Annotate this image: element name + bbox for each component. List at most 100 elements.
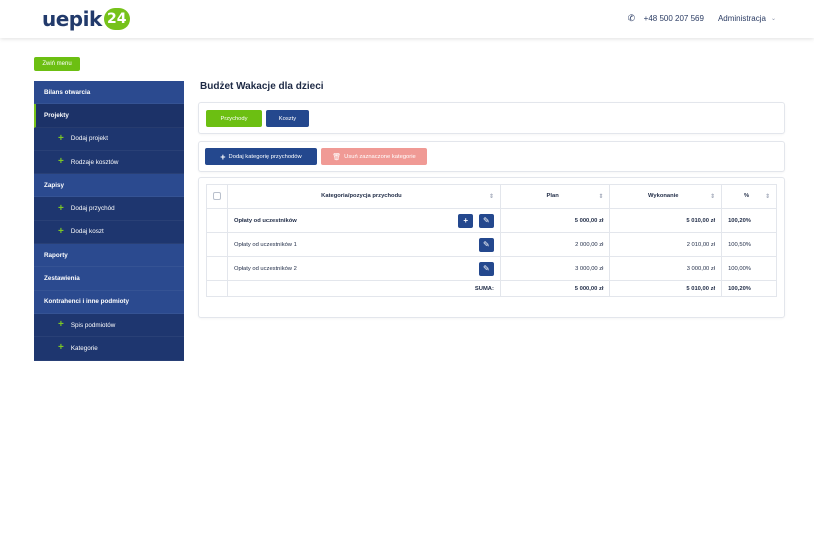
top-bar: uepik 24 ✆ +48 500 207 569 Administracja…	[0, 0, 814, 38]
row-name-cell: Opłaty od uczestników + ✎	[227, 208, 501, 233]
select-all-cell	[206, 184, 228, 209]
sidebar-item-dodaj-przychod[interactable]: + Dodaj przychód	[34, 197, 184, 221]
sidebar-item-label: Dodaj koszt	[70, 228, 104, 236]
header-execution-label: Wykonanie	[648, 193, 679, 199]
row-percent: 100,50%	[721, 232, 777, 257]
sidebar-item-bilans[interactable]: Bilans otwarcia	[34, 81, 184, 105]
sidebar-item-raporty[interactable]: Raporty	[34, 244, 184, 268]
sidebar-item-label: Zestawienia	[44, 275, 80, 283]
logo[interactable]: uepik 24	[42, 7, 130, 31]
sidebar-item-zapisy[interactable]: Zapisy	[34, 174, 184, 198]
header-plan-label: Plan	[546, 193, 559, 199]
sidebar-item-label: Kontrahenci i inne podmioty	[44, 298, 130, 306]
logo-badge: 24	[103, 8, 130, 30]
table-header-row: Kategoria/pozycja przychodu ⇕ Plan ⇕ Wykon…	[206, 184, 777, 209]
sum-percent: 100,20%	[721, 280, 777, 297]
delete-selected-button[interactable]: 🗑 Usuń zaznaczone kategorie	[321, 148, 427, 165]
row-percent: 100,20%	[721, 208, 777, 233]
plus-icon: +	[58, 202, 64, 214]
sidebar-item-rodzaje-kosztow[interactable]: + Rodzaje kosztów	[34, 150, 184, 175]
edit-button[interactable]: ✎	[478, 237, 494, 252]
plus-icon: +	[463, 216, 469, 225]
edit-button[interactable]: ✎	[478, 213, 494, 228]
row-execution: 2 010,00 zł	[609, 232, 723, 257]
sidebar-item-dodaj-projekt[interactable]: + Dodaj projekt	[34, 127, 184, 151]
plus-icon: +	[58, 319, 64, 331]
add-category-label: Dodaj kategorię przychodów	[228, 153, 302, 160]
collapse-menu-button[interactable]: Zwiń menu	[34, 57, 80, 71]
plus-icon: +	[58, 225, 64, 237]
user-name: Administracja	[717, 14, 766, 23]
row-plan: 2 000,00 zł	[499, 232, 611, 257]
sidebar-item-dodaj-koszt[interactable]: + Dodaj koszt	[34, 220, 184, 245]
sidebar-item-label: Raporty	[44, 251, 68, 259]
row-execution: 5 010,00 zł	[609, 208, 723, 233]
edit-button[interactable]: ✎	[478, 261, 494, 276]
row-select-cell	[206, 232, 228, 257]
tab-koszty[interactable]: Koszty	[266, 110, 309, 127]
row-name-cell: Opłaty od uczestników 2 ✎	[227, 256, 501, 281]
table-row: Opłaty od uczestników 2 ✎ 3 000,00 zł 3 …	[206, 256, 777, 281]
logo-text: uepik	[42, 7, 102, 31]
row-execution: 3 000,00 zł	[609, 256, 723, 281]
delete-selected-label: Usuń zaznaczone kategorie	[344, 153, 416, 160]
sort-icon: ⇕	[598, 194, 604, 200]
add-category-button[interactable]: + Dodaj kategorię przychodów	[205, 148, 317, 165]
header-percent[interactable]: % ⇕	[721, 184, 777, 209]
tabs-card: Przychody Koszty	[198, 102, 785, 134]
row-name: Opłaty od uczestników 2	[234, 265, 297, 272]
pencil-icon: ✎	[483, 240, 490, 249]
sidebar-item-label: Bilans otwarcia	[44, 88, 91, 96]
table-card: Kategoria/pozycja przychodu ⇕ Plan ⇕ Wykon…	[198, 177, 785, 318]
budget-table: Kategoria/pozycja przychodu ⇕ Plan ⇕ Wykon…	[206, 184, 777, 297]
header-category[interactable]: Kategoria/pozycja przychodu ⇕	[227, 184, 501, 209]
plus-icon: +	[58, 156, 64, 168]
row-name-cell: Opłaty od uczestników 1 ✎	[227, 232, 501, 257]
sort-icon: ⇕	[710, 194, 716, 200]
plus-icon: +	[58, 132, 64, 144]
table-row: Opłaty od uczestników + ✎ 5 000,00 zł 5 …	[206, 208, 777, 233]
sort-icon: ⇕	[488, 194, 494, 200]
header-execution[interactable]: Wykonanie ⇕	[609, 184, 723, 209]
phone-icon: ✆	[627, 13, 636, 23]
sidebar-item-projekty[interactable]: Projekty	[34, 104, 184, 128]
header-category-label: Kategoria/pozycja przychodu	[321, 193, 402, 199]
sidebar-item-label: Spis podmiotów	[70, 321, 116, 329]
user-menu[interactable]: Administracja ⌄	[718, 14, 776, 23]
pencil-icon: ✎	[483, 264, 490, 273]
sidebar-item-label: Rodzaje kosztów	[70, 158, 119, 166]
table-row: Opłaty od uczestników 1 ✎ 2 000,00 zł 2 …	[206, 232, 777, 257]
row-plan: 3 000,00 zł	[499, 256, 611, 281]
header-plan[interactable]: Plan ⇕	[499, 184, 611, 209]
sidebar-item-label: Zapisy	[44, 181, 64, 189]
sum-label: SUMA:	[227, 280, 501, 297]
row-name: Opłaty od uczestników 1	[234, 241, 297, 248]
sort-icon: ⇕	[764, 194, 770, 200]
sum-plan: 5 000,00 zł	[499, 280, 611, 297]
sidebar-item-label: Dodaj projekt	[70, 135, 108, 143]
row-plan: 5 000,00 zł	[499, 208, 611, 233]
sidebar-item-label: Kategorie	[70, 344, 98, 352]
plus-icon: +	[58, 342, 64, 354]
tab-przychody[interactable]: Przychody	[206, 110, 262, 127]
page-title: Budżet Wakacje dla dzieci	[200, 81, 324, 92]
sidebar-item-label: Dodaj przychód	[70, 205, 115, 213]
add-subitem-button[interactable]: +	[458, 213, 474, 228]
row-percent: 100,00%	[721, 256, 777, 281]
sidebar: Bilans otwarcia Projekty + Dodaj projekt …	[34, 81, 184, 361]
sidebar-item-label: Projekty	[44, 111, 69, 119]
sidebar-item-zestawienia[interactable]: Zestawienia	[34, 267, 184, 291]
chevron-down-icon: ⌄	[770, 16, 776, 22]
select-all-checkbox[interactable]	[213, 191, 221, 200]
row-select-cell	[206, 256, 228, 281]
sum-empty-cell	[206, 280, 228, 297]
trash-icon: 🗑	[332, 153, 342, 161]
sidebar-item-spis-podmiotow[interactable]: + Spis podmiotów	[34, 313, 184, 338]
sum-row: SUMA: 5 000,00 zł 5 010,00 zł 100,20%	[206, 280, 777, 297]
top-right-area: ✆ +48 500 207 569 Administracja ⌄	[627, 13, 776, 24]
sidebar-item-kontrahenci[interactable]: Kontrahenci i inne podmioty	[34, 290, 184, 314]
row-name: Opłaty od uczestników	[234, 217, 297, 224]
header-percent-label: %	[743, 193, 750, 199]
row-select-cell	[206, 208, 228, 233]
sidebar-item-kategorie[interactable]: + Kategorie	[34, 337, 184, 361]
